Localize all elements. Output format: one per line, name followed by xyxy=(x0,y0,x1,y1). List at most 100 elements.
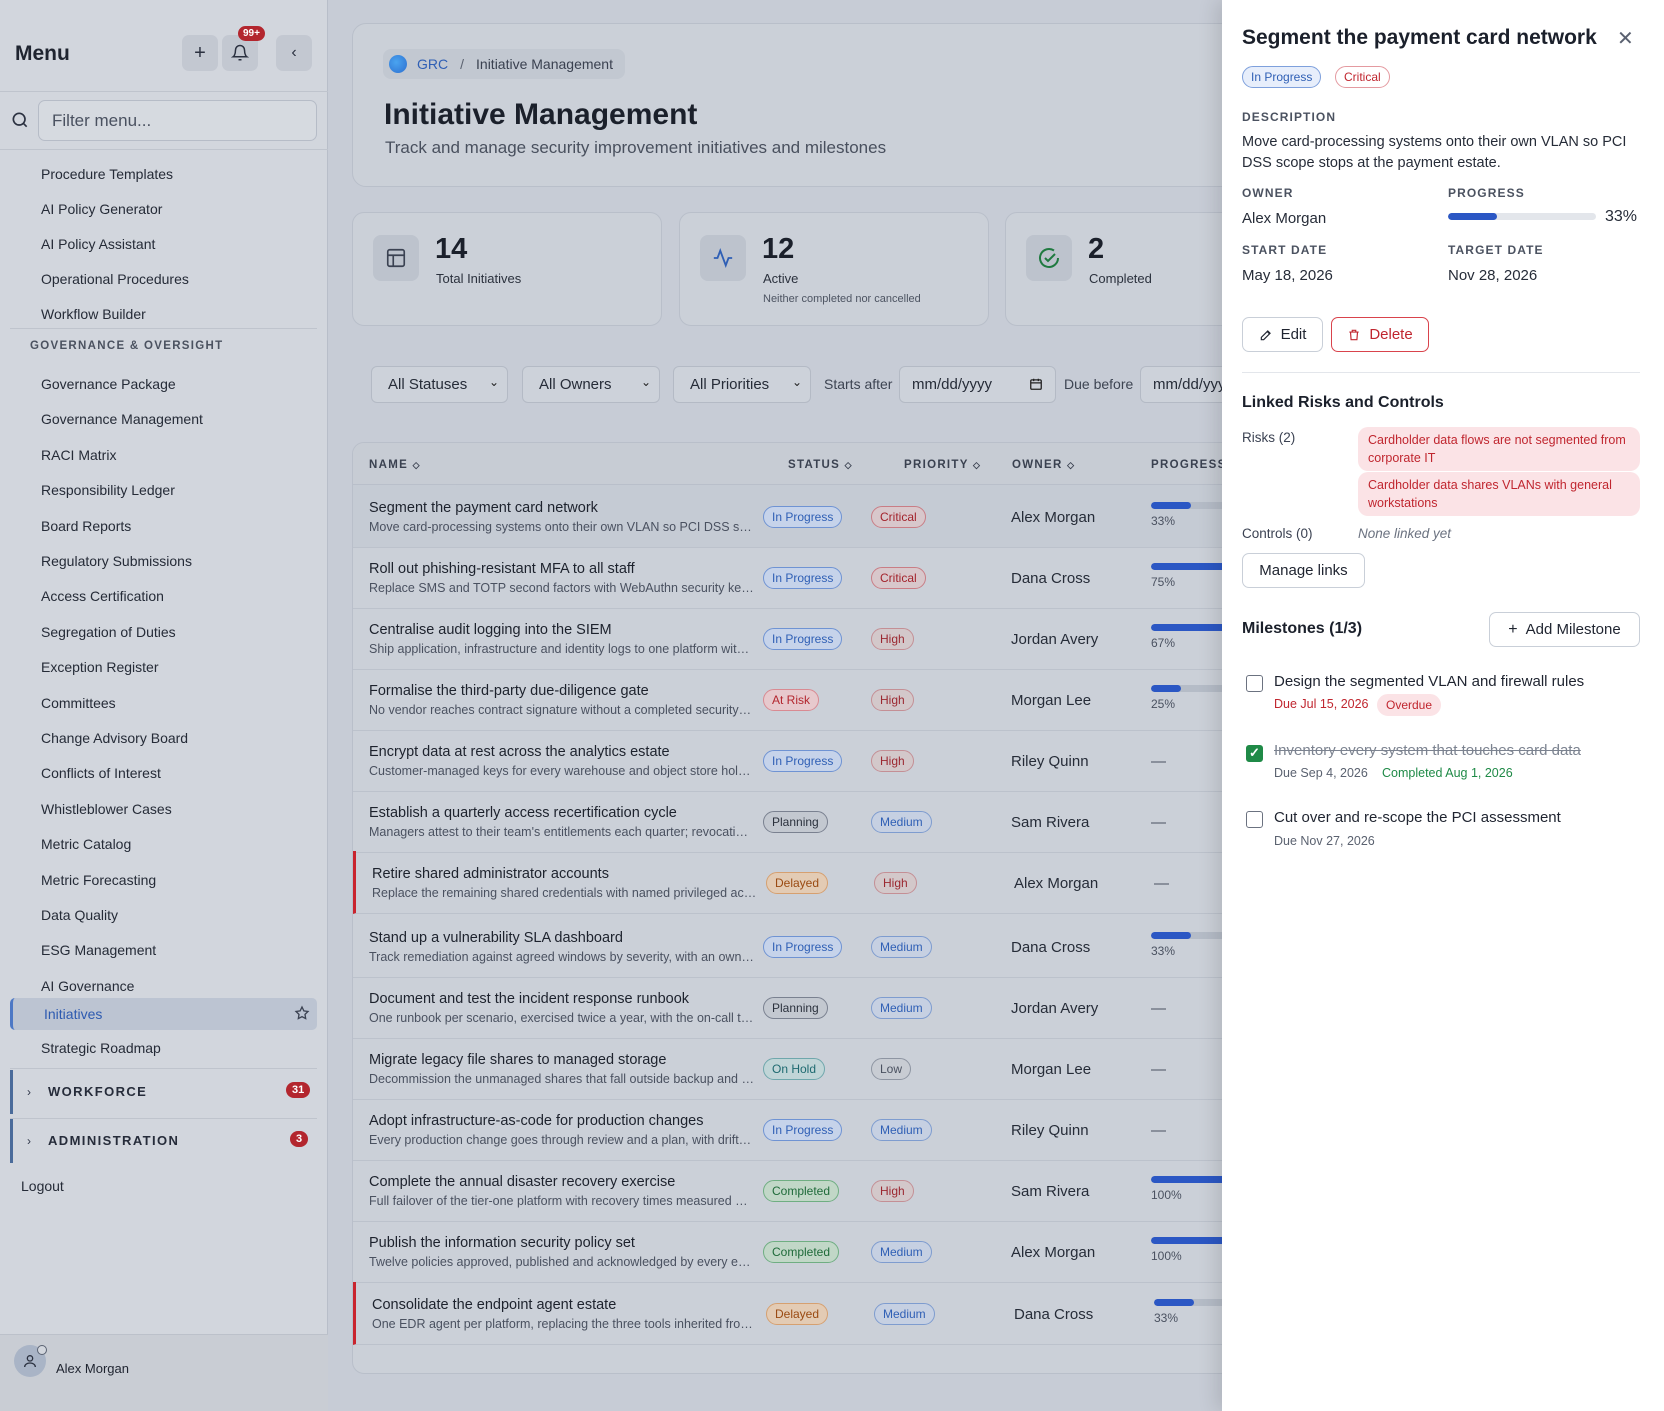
manage-links-button[interactable]: Manage links xyxy=(1242,553,1365,588)
sidebar-item[interactable]: Governance Package xyxy=(41,376,176,392)
sidebar-header: Menu + 99+ ‹ xyxy=(0,0,328,92)
add-milestone-button[interactable]: + Add Milestone xyxy=(1489,612,1640,647)
sidebar-item[interactable]: Committees xyxy=(41,695,116,711)
initiative-description: Decommission the unmanaged shares that f… xyxy=(369,1072,754,1086)
filter-menu-input[interactable] xyxy=(38,100,317,141)
table-row[interactable]: Complete the annual disaster recovery ex… xyxy=(353,1159,1251,1222)
logout-link[interactable]: Logout xyxy=(21,1178,64,1194)
stat-label: Completed xyxy=(1089,271,1152,286)
due-before-date-input[interactable]: mm/dd/yyyy xyxy=(1140,366,1230,403)
sidebar-item[interactable]: Exception Register xyxy=(41,659,159,675)
table-row[interactable]: Segment the payment card network Move ca… xyxy=(353,485,1251,548)
notification-count-badge: 99+ xyxy=(238,26,265,41)
owner-filter-select[interactable]: All Owners ⌄ xyxy=(522,366,660,403)
sidebar-item[interactable]: Whistleblower Cases xyxy=(41,801,172,817)
sidebar-item-label: Initiatives xyxy=(44,1006,103,1022)
sidebar-item[interactable]: Data Quality xyxy=(41,907,118,923)
table-row[interactable]: Document and test the incident response … xyxy=(353,976,1251,1039)
breadcrumb-root-link[interactable]: GRC xyxy=(417,56,448,72)
milestone-due: Due Jul 15, 2026 xyxy=(1274,697,1369,711)
column-priority-header[interactable]: PRIORITY ◇ xyxy=(904,459,981,471)
table-row[interactable]: Migrate legacy file shares to managed st… xyxy=(353,1037,1251,1100)
sidebar-group-label: WORKFORCE xyxy=(48,1084,148,1099)
table-row[interactable]: Centralise audit logging into the SIEM S… xyxy=(353,607,1251,670)
sidebar-item[interactable]: ESG Management xyxy=(41,942,156,958)
column-progress-header[interactable]: PROGRESS xyxy=(1151,459,1227,471)
priority-badge: Medium xyxy=(871,811,932,833)
star-icon[interactable] xyxy=(294,1005,310,1021)
status-badge: In Progress xyxy=(763,506,843,528)
sidebar-item[interactable]: Responsibility Ledger xyxy=(41,482,175,498)
sidebar-item-initiatives[interactable]: Initiatives xyxy=(10,998,317,1030)
initiative-description: Ship application, infrastructure and ide… xyxy=(369,642,754,656)
initiative-name: Establish a quarterly access recertifica… xyxy=(369,805,677,821)
table-row[interactable]: Publish the information security policy … xyxy=(353,1220,1251,1283)
sidebar-item[interactable]: Board Reports xyxy=(41,518,131,534)
milestone-checkbox[interactable]: ✓ xyxy=(1246,745,1263,762)
sidebar-item[interactable]: Regulatory Submissions xyxy=(41,553,192,569)
progress-fill xyxy=(1151,502,1191,509)
table-row[interactable]: Formalise the third-party due-diligence … xyxy=(353,668,1251,731)
sidebar-item[interactable]: Procedure Templates xyxy=(41,166,173,182)
edit-button[interactable]: Edit xyxy=(1242,317,1323,352)
delete-button[interactable]: Delete xyxy=(1331,317,1429,352)
sidebar-item[interactable]: Metric Forecasting xyxy=(41,872,156,888)
sidebar-item[interactable]: AI Governance xyxy=(41,978,134,994)
search-icon xyxy=(12,112,28,128)
sidebar-item[interactable]: RACI Matrix xyxy=(41,447,116,463)
sidebar-item[interactable]: Operational Procedures xyxy=(41,271,189,287)
progress-empty: — xyxy=(1151,1061,1166,1078)
target-date-label: TARGET DATE xyxy=(1448,243,1544,257)
sidebar-group[interactable]: › WORKFORCE 31 xyxy=(10,1070,317,1114)
column-name-header[interactable]: NAME ◇ xyxy=(369,459,421,471)
table-row[interactable]: Retire shared administrator accounts Rep… xyxy=(353,851,1251,914)
table-row[interactable]: Roll out phishing-resistant MFA to all s… xyxy=(353,546,1251,609)
starts-after-date-input[interactable]: mm/dd/yyyy xyxy=(899,366,1056,403)
sidebar-item[interactable]: AI Policy Generator xyxy=(41,201,162,217)
due-before-date-value: mm/dd/yyyy xyxy=(1153,376,1230,393)
initiative-name: Adopt infrastructure-as-code for product… xyxy=(369,1113,704,1129)
status-filter-select[interactable]: All Statuses ⌄ xyxy=(371,366,508,403)
priority-badge: Medium xyxy=(871,1241,932,1263)
owner-name: Morgan Lee xyxy=(1011,1061,1092,1078)
table-row[interactable]: Consolidate the endpoint agent estate On… xyxy=(353,1282,1251,1345)
milestone-title: Inventory every system that touches card… xyxy=(1274,742,1581,759)
priority-badge: Medium xyxy=(871,936,932,958)
sidebar-item-strategic-roadmap[interactable]: Strategic Roadmap xyxy=(41,1040,161,1056)
milestone-checkbox[interactable] xyxy=(1246,811,1263,828)
due-before-label: Due before xyxy=(1064,376,1134,392)
risk-link[interactable]: Cardholder data shares VLANs with genera… xyxy=(1358,472,1640,516)
sidebar-item[interactable]: Segregation of Duties xyxy=(41,624,176,640)
sidebar-group[interactable]: › ADMINISTRATION 3 xyxy=(10,1119,317,1163)
sidebar-item[interactable]: AI Policy Assistant xyxy=(41,236,155,252)
sidebar-item[interactable]: Access Certification xyxy=(41,588,164,604)
priority-filter-select[interactable]: All Priorities ⌄ xyxy=(673,366,811,403)
risk-link[interactable]: Cardholder data flows are not segmented … xyxy=(1358,427,1640,471)
starts-after-date-value: mm/dd/yyyy xyxy=(912,376,993,393)
column-status-header[interactable]: STATUS ◇ xyxy=(788,459,853,471)
sidebar-item[interactable]: Change Advisory Board xyxy=(41,730,188,746)
progress-empty: — xyxy=(1151,1000,1166,1017)
table-row[interactable]: Stand up a vulnerability SLA dashboard T… xyxy=(353,915,1251,978)
column-owner-header[interactable]: OWNER ◇ xyxy=(1012,459,1075,471)
progress-fill xyxy=(1448,213,1497,220)
table-row[interactable]: Encrypt data at rest across the analytic… xyxy=(353,729,1251,792)
sidebar-group-count-badge: 31 xyxy=(286,1082,311,1098)
table-row[interactable]: Adopt infrastructure-as-code for product… xyxy=(353,1098,1251,1161)
initiative-name: Retire shared administrator accounts xyxy=(372,866,609,882)
sidebar-item[interactable]: Conflicts of Interest xyxy=(41,765,161,781)
table-row[interactable]: Establish a quarterly access recertifica… xyxy=(353,790,1251,853)
progress-empty: — xyxy=(1151,814,1166,831)
progress-empty: — xyxy=(1151,1122,1166,1139)
milestone-checkbox[interactable] xyxy=(1246,675,1263,692)
controls-empty-text: None linked yet xyxy=(1358,526,1452,541)
sidebar-item[interactable]: Metric Catalog xyxy=(41,836,131,852)
collapse-sidebar-button[interactable]: ‹ xyxy=(276,35,312,71)
add-button[interactable]: + xyxy=(182,35,218,71)
sidebar-item[interactable]: Workflow Builder xyxy=(41,306,146,322)
owner-name: Riley Quinn xyxy=(1011,1122,1089,1139)
sidebar-item[interactable]: Governance Management xyxy=(41,411,203,427)
close-drawer-button[interactable]: ✕ xyxy=(1617,26,1634,51)
stat-card-total: 14 Total Initiatives xyxy=(352,212,662,326)
initiative-description: Full failover of the tier-one platform w… xyxy=(369,1194,754,1208)
